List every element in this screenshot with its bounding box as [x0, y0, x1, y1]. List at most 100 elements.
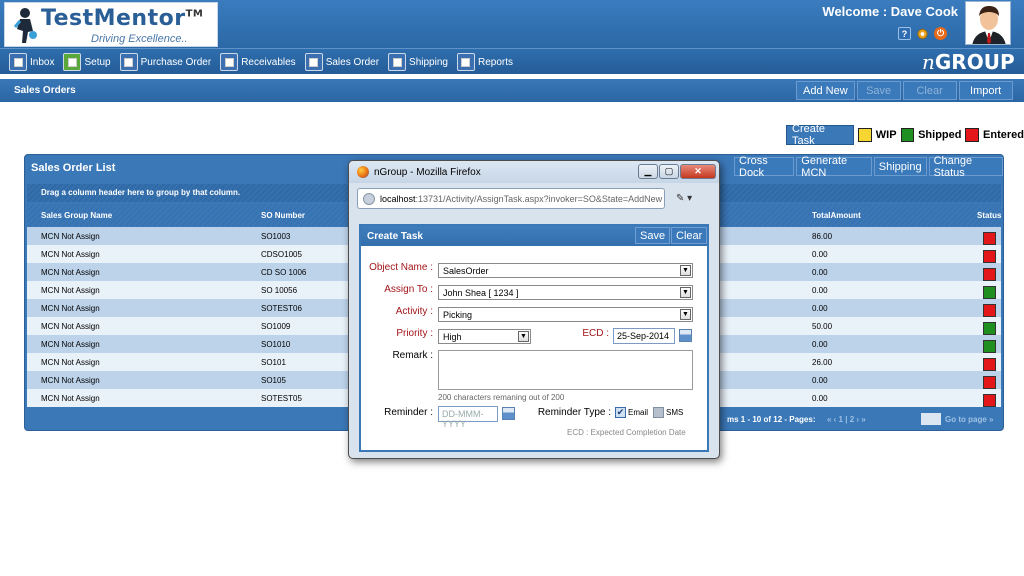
popup-window-title: nGroup - Mozilla Firefox [374, 167, 481, 178]
app-header: TestMentorTM Driving Excellence.. Welcom… [0, 0, 1024, 48]
cell-so: SO1003 [261, 232, 291, 241]
col-status[interactable]: Status [977, 211, 1001, 220]
cell-total: 0.00 [812, 286, 828, 295]
minimize-icon[interactable]: ▁ [638, 164, 658, 179]
object-name-select[interactable]: SalesOrder ▼ [438, 263, 693, 278]
cross-dock-button[interactable]: Cross Dock [734, 155, 795, 179]
goto-page-input[interactable] [921, 413, 941, 425]
clear-button[interactable]: Clear [902, 81, 957, 100]
popup-save-button[interactable]: Save [635, 227, 671, 244]
import-button[interactable]: Import [958, 81, 1013, 100]
chevron-down-icon: ▼ [680, 287, 691, 298]
status-indicator [983, 286, 996, 299]
wip-label: WIP [875, 129, 897, 141]
nav-label: Receivables [241, 56, 296, 68]
nav-label: Inbox [30, 56, 55, 68]
inbox-icon [9, 53, 27, 71]
ngroup-brand: nGROUP [922, 50, 1015, 74]
save-button[interactable]: Save [856, 81, 901, 100]
chevron-down-icon: ▼ [680, 265, 691, 276]
shipped-swatch [900, 128, 915, 142]
activity-select[interactable]: Picking ▼ [438, 307, 693, 322]
nav-sales-order[interactable]: Sales Order [302, 52, 383, 72]
status-indicator [983, 376, 996, 389]
popup-titlebar[interactable]: nGroup - Mozilla Firefox ▁ ▢ ✕ [349, 161, 719, 183]
status-indicator [983, 358, 996, 371]
nav-shipping[interactable]: Shipping [385, 52, 452, 72]
nav-inbox[interactable]: Inbox [6, 52, 58, 72]
create-task-title: Create Task [367, 231, 423, 242]
nav-setup[interactable]: Setup [60, 52, 114, 72]
nav-receivables[interactable]: Receivables [217, 52, 299, 72]
nav-purchase-order[interactable]: Purchase Order [117, 52, 216, 72]
priority-value: High [443, 332, 462, 342]
user-avatar[interactable] [965, 1, 1011, 45]
maximize-icon[interactable]: ▢ [659, 164, 679, 179]
settings-gear-icon[interactable] [916, 27, 929, 40]
addon-dropdown-icon[interactable]: ✎ ▾ [676, 193, 692, 204]
calendar-icon[interactable] [679, 329, 692, 342]
logo-text: TestMentorTM [41, 6, 204, 31]
cell-total: 0.00 [812, 394, 828, 403]
cell-so: SO1009 [261, 322, 291, 331]
document-icon [220, 53, 239, 71]
reminder-label: Reminder : [384, 407, 433, 418]
add-new-button[interactable]: Add New [796, 81, 855, 100]
status-indicator [983, 250, 996, 263]
cell-group: MCN Not Assign [41, 232, 100, 241]
status-indicator [983, 232, 996, 245]
cell-group: MCN Not Assign [41, 268, 100, 277]
close-icon[interactable]: ✕ [680, 164, 716, 179]
col-total-amount[interactable]: TotalAmount [812, 211, 861, 220]
assign-to-select[interactable]: John Shea [ 1234 ] ▼ [438, 285, 693, 300]
nav-reports[interactable]: Reports [454, 52, 517, 72]
goto-page-link[interactable]: Go to page » [945, 415, 993, 424]
cell-group: MCN Not Assign [41, 322, 100, 331]
change-status-button[interactable]: Change Status [928, 155, 1003, 179]
popup-clear-button[interactable]: Clear [671, 227, 708, 244]
url-bar[interactable]: localhost:13731/Activity/AssignTask.aspx… [357, 188, 665, 209]
priority-select[interactable]: High ▼ [438, 329, 531, 344]
create-task-form: Create Task Save Clear Object Name : Sal… [359, 224, 709, 452]
cell-group: MCN Not Assign [41, 340, 100, 349]
ecd-date-input[interactable]: 25-Sep-2014 [613, 328, 675, 344]
power-logout-icon[interactable]: ⏻ [934, 27, 947, 40]
url-path: :13731/Activity/AssignTask.aspx?invoker=… [415, 194, 663, 204]
object-name-value: SalesOrder [443, 266, 489, 276]
status-indicator [983, 268, 996, 281]
cell-so: SO1010 [261, 340, 291, 349]
pager-links[interactable]: « ‹ 1 | 2 › » [827, 415, 866, 424]
firefox-popup-window: nGroup - Mozilla Firefox ▁ ▢ ✕ localhost… [348, 160, 720, 459]
entered-swatch [965, 128, 980, 142]
entered-label: Entered [983, 129, 1024, 141]
site-globe-icon [363, 193, 375, 205]
reminder-date-input[interactable]: DD-MMM-YYYY [438, 406, 498, 429]
col-so-number[interactable]: SO Number [261, 211, 305, 220]
cell-total: 50.00 [812, 322, 833, 331]
col-sales-group-name[interactable]: Sales Group Name [41, 211, 112, 220]
email-checkbox[interactable]: ✔ [615, 407, 626, 418]
remark-char-count: 200 characters remaning out of 200 [438, 393, 565, 402]
object-name-label: Object Name : [369, 262, 433, 273]
status-indicator [983, 304, 996, 317]
page-title: Sales Orders [14, 85, 76, 96]
welcome-text: Welcome : Dave Cook [822, 4, 958, 19]
chevron-down-icon: ▼ [680, 309, 691, 320]
create-task-button[interactable]: Create Task [786, 123, 855, 147]
status-indicator [983, 340, 996, 353]
reminder-type-label: Reminder Type : [537, 407, 611, 418]
header-icons: ? ⏻ [898, 27, 947, 40]
cell-total: 0.00 [812, 250, 828, 259]
cell-total: 0.00 [812, 376, 828, 385]
shipping-button[interactable]: Shipping [873, 157, 927, 176]
generate-mcn-button[interactable]: Generate MCN [796, 155, 872, 179]
remark-textarea[interactable] [438, 350, 693, 390]
shipped-label: Shipped [918, 129, 962, 141]
wip-swatch [858, 128, 872, 142]
help-icon[interactable]: ? [898, 27, 911, 40]
pager-summary: ms 1 - 10 of 12 - Pages: [727, 415, 816, 424]
cell-group: MCN Not Assign [41, 250, 100, 259]
sms-checkbox[interactable] [653, 407, 664, 418]
calendar-icon[interactable] [502, 407, 515, 420]
nav-label: Shipping [409, 56, 448, 68]
